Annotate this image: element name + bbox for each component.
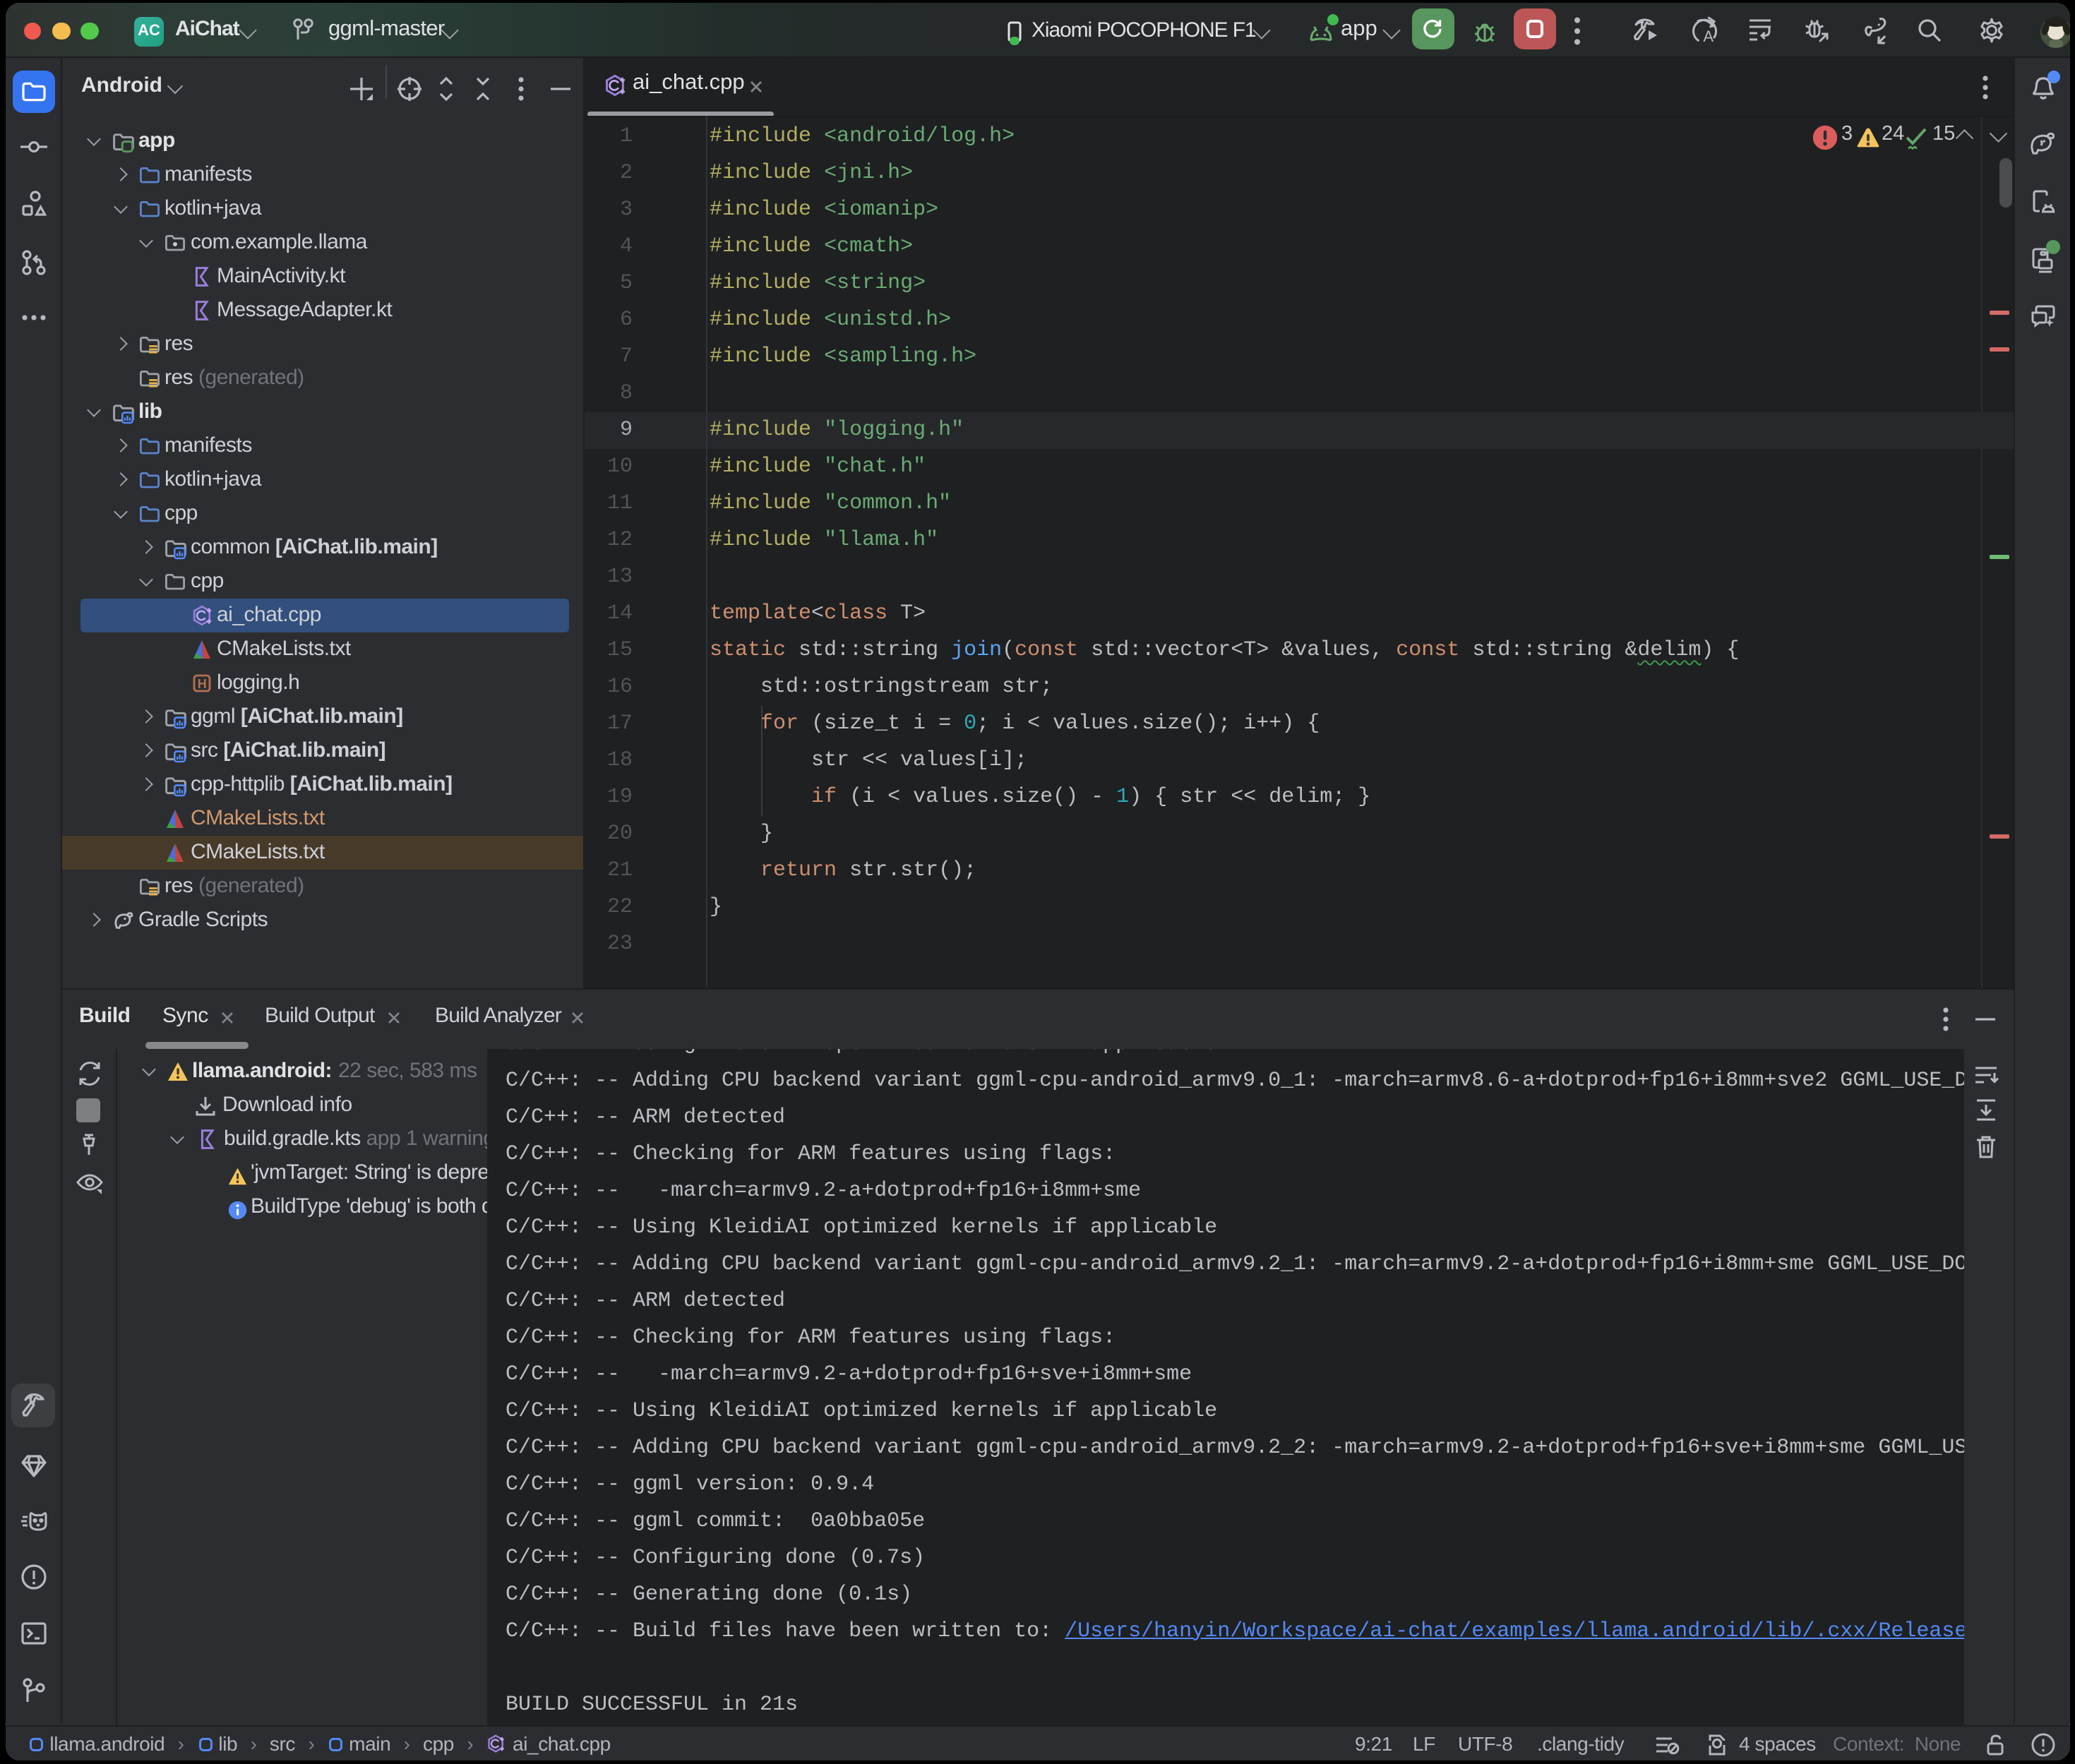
- svg-text:H: H: [197, 677, 206, 691]
- svg-text:A: A: [1702, 28, 1713, 45]
